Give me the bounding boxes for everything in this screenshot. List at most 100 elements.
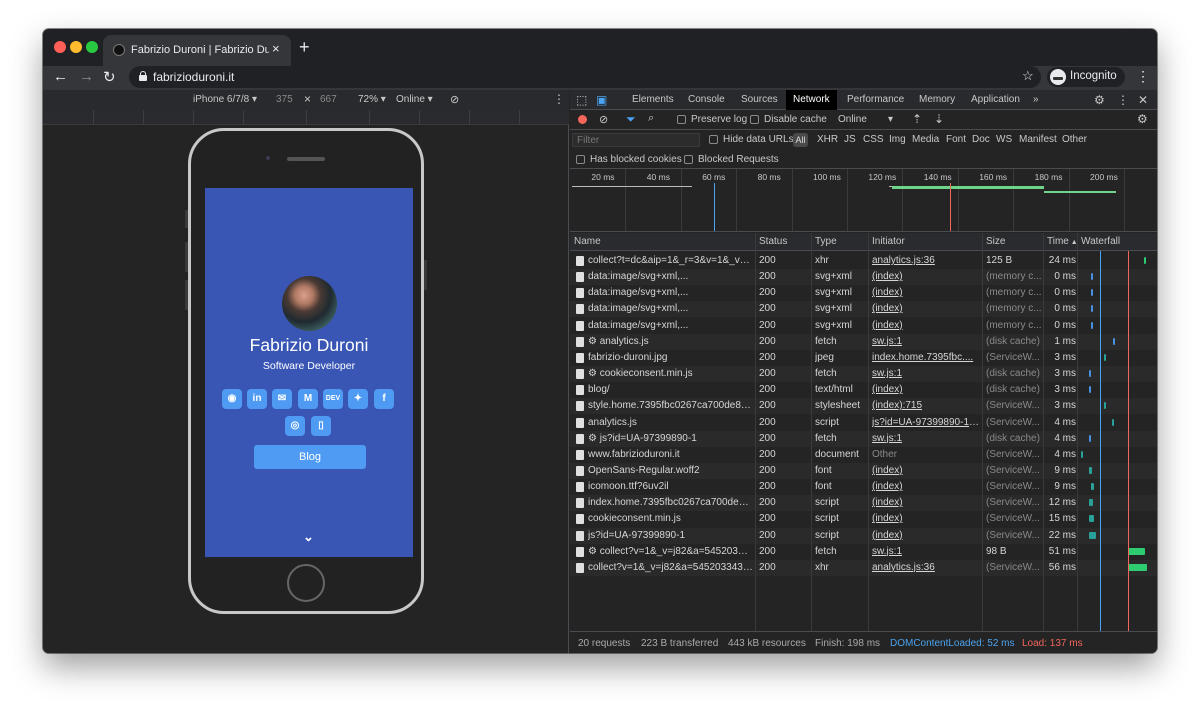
blocked-requests-checkbox[interactable] bbox=[684, 155, 693, 164]
filter-input[interactable]: Filter bbox=[572, 133, 700, 147]
zoom-select[interactable]: 72% ▾ bbox=[358, 94, 386, 105]
cell-initiator[interactable]: (index) bbox=[872, 287, 980, 298]
browser-tab[interactable]: Fabrizio Duroni | Fabrizio Duroni × bbox=[103, 35, 291, 66]
disable-cache-checkbox[interactable] bbox=[750, 115, 759, 124]
table-row[interactable]: data:image/svg+xml,... 200 svg+xml (index) (… bbox=[570, 285, 1157, 301]
linkedin-icon[interactable]: in bbox=[247, 389, 267, 409]
type-filter-css[interactable]: CSS bbox=[863, 134, 884, 145]
col-initiator[interactable]: Initiator bbox=[872, 236, 905, 247]
new-tab-button[interactable]: + bbox=[299, 37, 310, 58]
table-row[interactable]: collect?v=1&_v=j82&a=545203343&t... 200 xh… bbox=[570, 559, 1157, 576]
dev-icon[interactable]: DEV bbox=[323, 389, 343, 409]
cell-initiator[interactable]: sw.js:1 bbox=[872, 433, 980, 444]
table-row[interactable]: ⚙ analytics.js 200 fetch sw.js:1 (disk cache… bbox=[570, 333, 1157, 350]
more-tabs-icon[interactable]: » bbox=[1033, 90, 1039, 110]
type-filter-font[interactable]: Font bbox=[946, 134, 966, 145]
twitter-icon[interactable]: ✦ bbox=[348, 389, 368, 409]
email-icon[interactable]: ✉ bbox=[272, 389, 292, 409]
type-filter-doc[interactable]: Doc bbox=[972, 134, 990, 145]
table-row[interactable]: www.fabrizioduroni.it 200 document Other (Se… bbox=[570, 447, 1157, 463]
cell-initiator[interactable]: (index) bbox=[872, 303, 980, 314]
cell-initiator[interactable]: (index) bbox=[872, 530, 980, 541]
network-throttle-select[interactable]: Online ▾ bbox=[838, 114, 893, 125]
filter-funnel-icon[interactable]: ⏷ bbox=[626, 112, 636, 127]
type-filter-all[interactable]: All bbox=[793, 133, 808, 147]
table-row[interactable]: data:image/svg+xml,... 200 svg+xml (index) (… bbox=[570, 318, 1157, 334]
col-time[interactable]: Time ▲ bbox=[1047, 236, 1078, 247]
cell-initiator[interactable]: (index) bbox=[872, 481, 980, 492]
tab-console[interactable]: Console bbox=[688, 90, 725, 110]
facebook-icon[interactable]: f bbox=[374, 389, 394, 409]
table-row[interactable]: blog/200 text/html (index) (disk cache) 3 ms bbox=[570, 382, 1157, 398]
device-width-field[interactable]: 375 bbox=[276, 94, 293, 105]
table-row[interactable]: js?id=UA-97399890-1 200 script (index) (Serv… bbox=[570, 527, 1157, 544]
mobile-icon[interactable]: ▯ bbox=[311, 416, 331, 436]
cell-initiator[interactable]: sw.js:1 bbox=[872, 336, 980, 347]
network-settings-icon[interactable]: ⚙ bbox=[1137, 112, 1148, 126]
cell-initiator[interactable]: (index) bbox=[872, 465, 980, 476]
tab-elements[interactable]: Elements bbox=[632, 90, 674, 110]
cell-initiator[interactable]: Other bbox=[872, 449, 980, 460]
cell-initiator[interactable]: (index) bbox=[872, 384, 980, 395]
preserve-log-checkbox[interactable] bbox=[677, 115, 686, 124]
record-icon[interactable] bbox=[578, 115, 587, 124]
cell-initiator[interactable]: sw.js:1 bbox=[872, 368, 980, 379]
minimize-window-button[interactable] bbox=[70, 41, 82, 53]
medium-icon[interactable]: M bbox=[298, 389, 318, 409]
throttle-select[interactable]: Online ▾ bbox=[396, 94, 433, 105]
cell-initiator[interactable]: (index) bbox=[872, 271, 980, 282]
network-overview[interactable]: 20 ms 40 ms 60 ms 80 ms 100 ms 120 ms 140 ms 16… bbox=[570, 169, 1157, 232]
type-filter-media[interactable]: Media bbox=[912, 134, 939, 145]
device-toolbar-menu-icon[interactable]: ⋮ bbox=[553, 92, 565, 106]
device-select[interactable]: iPhone 6/7/8 ▾ bbox=[193, 94, 257, 105]
forward-icon[interactable]: → bbox=[79, 68, 94, 85]
close-devtools-icon[interactable]: ✕ bbox=[1138, 90, 1148, 110]
table-row[interactable]: analytics.js 200 script js?id=UA-97399890-1… bbox=[570, 415, 1157, 431]
table-row[interactable]: fabrizio-duroni.jpg 200 jpeg index.home.739… bbox=[570, 350, 1157, 366]
table-row[interactable]: ⚙ collect?v=1&_v=j82&a=545203343... 200 fe… bbox=[570, 544, 1157, 560]
tab-network[interactable]: Network bbox=[786, 90, 837, 110]
cell-initiator[interactable]: analytics.js:36 bbox=[872, 562, 980, 573]
settings-gear-icon[interactable]: ⚙ bbox=[1094, 90, 1105, 110]
blog-button[interactable]: Blog bbox=[254, 445, 366, 469]
device-height-field[interactable]: 667 bbox=[320, 94, 337, 105]
cell-initiator[interactable]: js?id=UA-97399890-1:60 bbox=[872, 417, 980, 428]
table-row[interactable]: icomoon.ttf?6uv2il 200 font (index) (Service… bbox=[570, 479, 1157, 495]
col-status[interactable]: Status bbox=[759, 236, 787, 247]
tab-application[interactable]: Application bbox=[971, 90, 1020, 110]
github-icon[interactable]: ◉ bbox=[222, 389, 242, 409]
type-filter-other[interactable]: Other bbox=[1062, 134, 1087, 145]
table-row[interactable]: style.home.7395fbc0267ca700de83.... 200 st… bbox=[570, 398, 1157, 415]
has-blocked-cookies-checkbox[interactable] bbox=[576, 155, 585, 164]
column-divider[interactable] bbox=[755, 233, 756, 631]
inspect-element-icon[interactable]: ⬚ bbox=[576, 90, 587, 110]
type-filter-xhr[interactable]: XHR bbox=[817, 134, 838, 145]
close-tab-icon[interactable]: × bbox=[272, 41, 280, 56]
table-row[interactable]: ⚙ cookieconsent.min.js 200 fetch sw.js:1 (di… bbox=[570, 366, 1157, 383]
table-row[interactable]: cookieconsent.min.js 200 script (index) (Ser… bbox=[570, 511, 1157, 527]
tab-memory[interactable]: Memory bbox=[919, 90, 955, 110]
table-row[interactable]: index.home.7395fbc0267ca700de83.... 200 sc… bbox=[570, 495, 1157, 512]
export-har-icon[interactable]: ⇣ bbox=[934, 112, 944, 126]
type-filter-js[interactable]: JS bbox=[844, 134, 856, 145]
cell-initiator[interactable]: (index) bbox=[872, 513, 980, 524]
import-har-icon[interactable]: ⇡ bbox=[912, 112, 922, 126]
column-divider[interactable] bbox=[811, 233, 812, 631]
type-filter-img[interactable]: Img bbox=[889, 134, 906, 145]
cell-initiator[interactable]: analytics.js:36 bbox=[872, 255, 980, 266]
reload-icon[interactable]: ↻ bbox=[103, 68, 116, 86]
cell-initiator[interactable]: sw.js:1 bbox=[872, 546, 980, 557]
column-divider[interactable] bbox=[982, 233, 983, 631]
scroll-down-icon[interactable]: ⌄ bbox=[303, 529, 314, 545]
bookmark-star-icon[interactable]: ☆ bbox=[1022, 68, 1034, 84]
column-divider[interactable] bbox=[1043, 233, 1044, 631]
table-row[interactable]: OpenSans-Regular.woff2 200 font (index) (Ser… bbox=[570, 462, 1157, 479]
close-window-button[interactable] bbox=[54, 41, 66, 53]
table-row[interactable]: collect?t=dc&aip=1&_r=3&v=1&_v=j... 200 xh… bbox=[570, 253, 1157, 269]
col-size[interactable]: Size bbox=[986, 236, 1005, 247]
address-bar[interactable]: fabrizioduroni.it ☆ bbox=[129, 66, 1041, 88]
column-divider[interactable] bbox=[868, 233, 869, 631]
tab-sources[interactable]: Sources bbox=[741, 90, 778, 110]
rotate-disabled-icon[interactable]: ⊘ bbox=[450, 93, 459, 106]
incognito-profile-button[interactable]: Incognito bbox=[1047, 67, 1125, 87]
